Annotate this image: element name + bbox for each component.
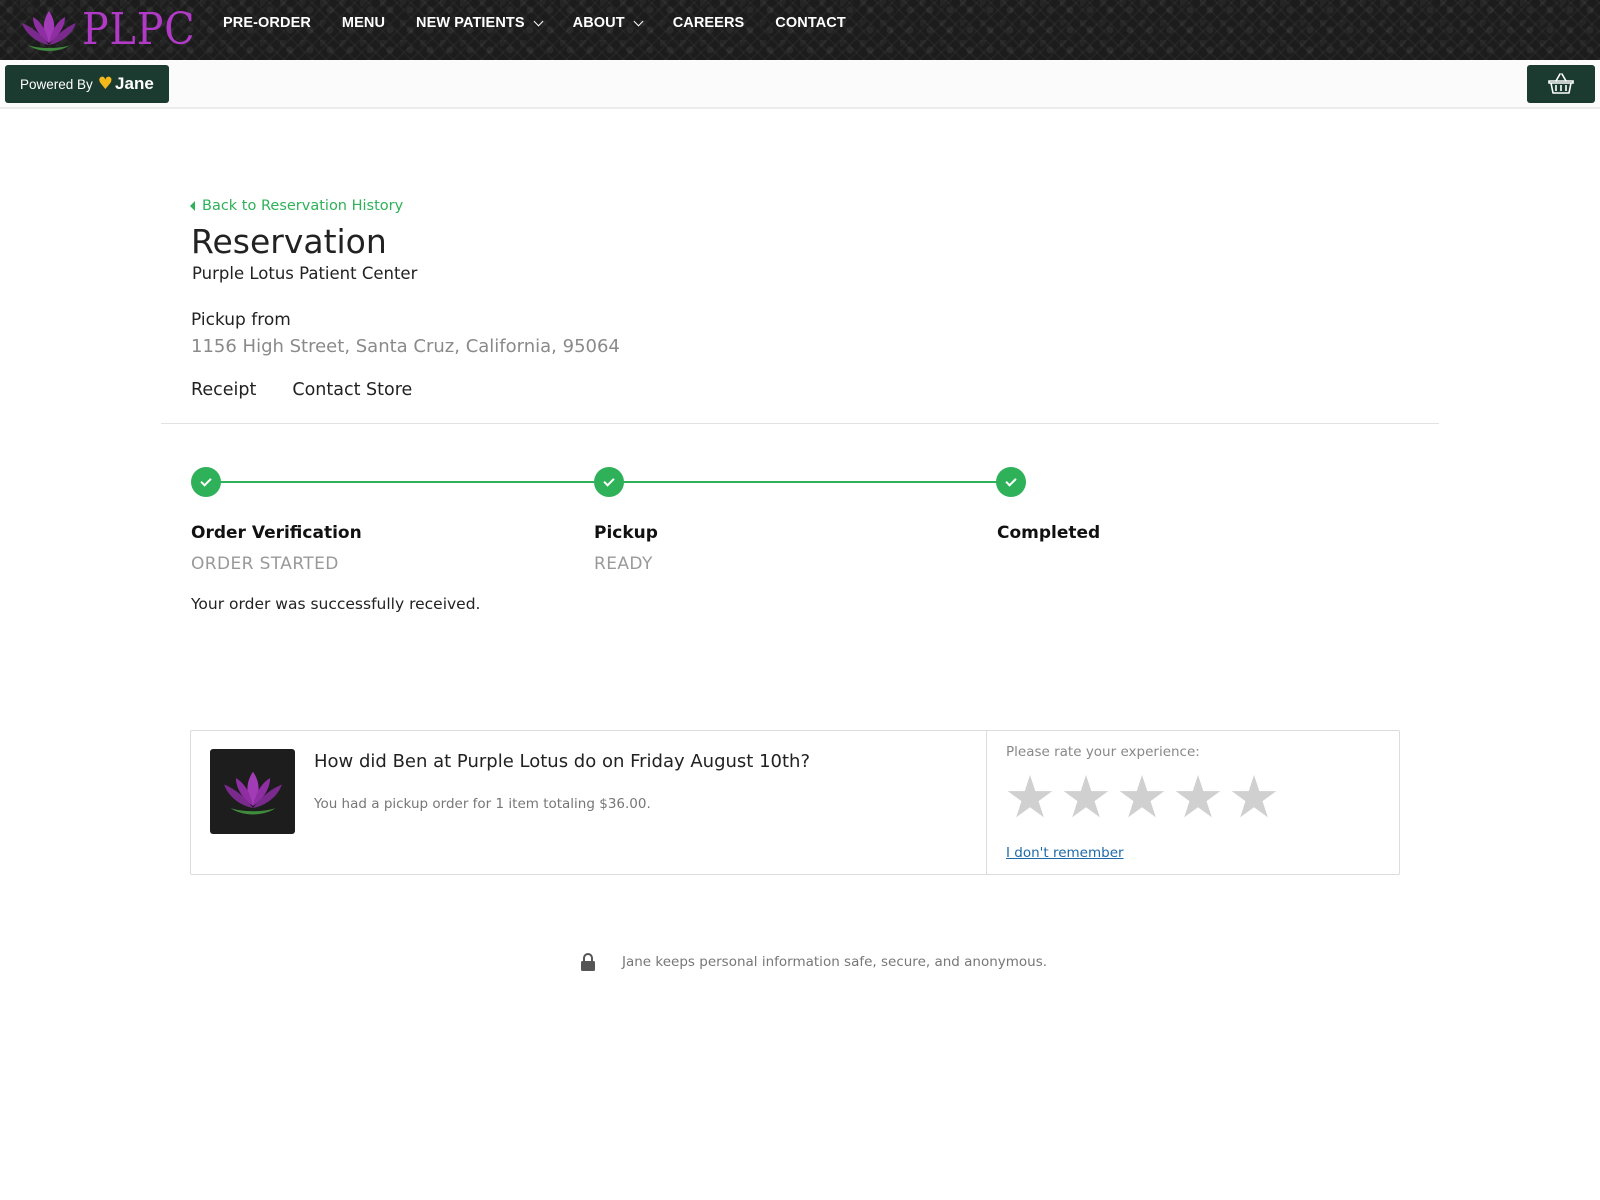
check-icon [200,474,212,487]
order-status-message: Your order was successfully received. [191,595,481,613]
review-summary: How did Ben at Purple Lotus do on Friday… [191,731,987,874]
step-complete-dot [191,467,221,497]
nav-pre-order-label: PRE-ORDER [223,15,311,31]
tab-contact-store[interactable]: Contact Store [292,380,412,400]
lock-icon [581,953,595,971]
tab-receipt[interactable]: Receipt [191,380,256,400]
step-title: Order Verification [191,523,362,543]
nav-contact-label: CONTACT [775,15,846,31]
order-progress [191,466,1191,497]
lotus-icon [22,11,76,51]
star-icon[interactable]: ★ [1172,767,1224,827]
rate-label: Please rate your experience: [1006,744,1200,760]
star-icon[interactable]: ★ [1004,767,1056,827]
star-icon[interactable]: ★ [1060,767,1112,827]
step-complete-dot [996,467,1026,497]
dont-remember-link[interactable]: I don't remember [1006,845,1124,861]
step-status: READY [594,554,653,574]
star-icon[interactable]: ★ [1228,767,1280,827]
review-card: How did Ben at Purple Lotus do on Friday… [190,730,1400,875]
cart-button[interactable] [1527,65,1595,103]
top-nav: PLPC PRE-ORDER MENU NEW PATIENTS ABOUT C… [0,0,1600,60]
powered-by-label: Powered By [20,76,93,92]
divider [161,423,1439,424]
check-icon [1005,474,1017,487]
order-summary: You had a pickup order for 1 item totali… [314,796,651,812]
back-to-history-link[interactable]: Back to Reservation History [190,198,403,214]
privacy-text: Jane keeps personal information safe, se… [622,954,1048,970]
nav-careers[interactable]: CAREERS [673,15,745,31]
nav-careers-label: CAREERS [672,15,745,31]
store-thumbnail [210,749,295,834]
review-question: How did Ben at Purple Lotus do on Friday… [314,751,811,772]
store-name: Purple Lotus Patient Center [192,264,418,283]
caret-left-icon [190,201,195,211]
check-icon [603,474,615,487]
pickup-address: 1156 High Street, Santa Cruz, California… [191,336,620,357]
step-status: ORDER STARTED [191,554,339,574]
powered-by-jane-button[interactable]: Powered By ♥ Jane [5,65,169,103]
star-rating: ★ ★ ★ ★ ★ [1004,767,1284,827]
pickup-label: Pickup from [191,310,291,330]
nav-pre-order[interactable]: PRE-ORDER [223,15,311,31]
step-title: Completed [997,523,1101,543]
plpc-logo[interactable]: PLPC [20,4,208,56]
jane-bar: Powered By ♥ Jane [0,60,1600,109]
page-title: Reservation [191,222,387,261]
jane-brand: Jane [115,74,154,93]
nav-menu[interactable]: MENU [342,15,385,31]
nav-menu-label: MENU [341,15,386,31]
basket-icon [1548,73,1574,94]
privacy-note: Jane keeps personal information safe, se… [580,952,1047,972]
back-link-label: Back to Reservation History [202,198,404,214]
main-nav: PRE-ORDER MENU NEW PATIENTS ABOUT CAREER… [223,0,877,46]
reservation-tabs: Receipt Contact Store [191,380,448,400]
progress-line [608,481,1011,483]
lotus-icon [223,771,282,814]
step-title: Pickup [594,523,658,543]
nav-new-patients[interactable]: NEW PATIENTS [416,15,544,31]
star-icon[interactable]: ★ [1116,767,1168,827]
nav-about-label: ABOUT [572,15,625,31]
nav-about[interactable]: ABOUT [572,15,644,31]
nav-new-patients-label: NEW PATIENTS [416,15,525,31]
heart-icon: ♥ [97,73,114,94]
chevron-down-icon [533,16,544,26]
nav-contact[interactable]: CONTACT [775,15,846,31]
chevron-down-icon [633,16,644,26]
step-complete-dot [594,467,624,497]
progress-line [206,481,608,483]
logo-text: PLPC [82,4,196,55]
